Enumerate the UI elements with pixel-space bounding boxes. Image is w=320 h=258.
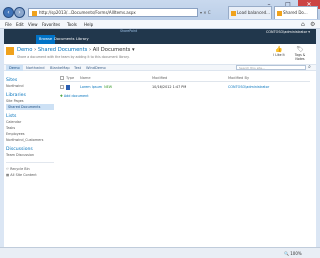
status-bar: 🔍 100% <box>0 247 320 258</box>
gear-icon[interactable]: ⚙ <box>310 21 318 28</box>
browser-tab-shared-documents[interactable]: Shared Do... <box>274 6 318 19</box>
recycle-bin-label: Recycle Bin <box>10 167 30 171</box>
site-favicon-icon <box>32 10 37 16</box>
home-icon[interactable]: ⌂ <box>301 21 309 28</box>
breadcrumb-view[interactable]: All Documents ▾ <box>93 47 135 53</box>
left-navigation: Sites Northwind Libraries Site Pages Sha… <box>6 74 54 178</box>
topnav-test[interactable]: Test <box>74 65 81 71</box>
add-document-link[interactable]: ✚Add document <box>60 94 89 98</box>
select-all-checkbox[interactable] <box>60 76 64 80</box>
breadcrumb-library[interactable]: Shared Documents <box>38 47 88 53</box>
library-description: Share a document with the team by adding… <box>17 55 130 59</box>
ribbon-tab-library[interactable]: Library <box>76 35 89 44</box>
row-checkbox[interactable] <box>60 85 64 89</box>
ribbon-tab-documents[interactable]: Documents <box>54 35 75 44</box>
lnav-divider <box>6 162 54 163</box>
tab-label: Load balanced... <box>237 10 270 15</box>
menu-help[interactable]: Help <box>84 20 93 29</box>
suite-label: SharePoint <box>120 29 138 33</box>
menu-tools[interactable]: Tools <box>67 20 77 29</box>
i-like-it-button[interactable]: 👍 I Like It <box>270 46 288 57</box>
search-input[interactable]: Search this site... <box>236 65 306 70</box>
forward-arrow-icon: › <box>18 9 21 16</box>
word-document-icon <box>66 85 70 90</box>
topnav-blankemap[interactable]: BlankeMap <box>50 65 70 71</box>
thumbs-up-icon: 👍 <box>275 46 283 53</box>
menu-edit[interactable]: Edit <box>16 20 24 29</box>
ribbon-tab-browse[interactable]: Browse <box>36 35 56 44</box>
back-button[interactable]: ‹ <box>3 7 14 18</box>
all-site-content-label: All Site Content <box>10 173 37 177</box>
breadcrumb-separator: › <box>34 47 37 53</box>
document-name-link[interactable]: Lorem Ipsum NEW <box>80 84 112 90</box>
add-icon: ✚ <box>60 94 63 98</box>
browser-tab-load-balanced[interactable]: Load balanced... <box>228 6 272 19</box>
zoom-level[interactable]: 🔍 100% <box>284 250 302 257</box>
back-arrow-icon: ‹ <box>7 9 10 16</box>
tab-favicon-icon <box>231 11 236 16</box>
column-name[interactable]: Name <box>80 75 91 82</box>
tags-notes-button[interactable]: 🏷 Tags & Notes <box>290 46 310 61</box>
search-icon[interactable]: ⌕ <box>306 64 313 71</box>
address-bar-buttons[interactable]: ▾ ✕ C <box>200 8 224 17</box>
list-header: Type Name Modified Modified By <box>60 75 310 82</box>
menu-view[interactable]: View <box>28 20 38 29</box>
breadcrumb: Demo › Shared Documents › All Documents … <box>17 47 135 53</box>
topnav-winddemo[interactable]: WindDemo <box>86 65 106 71</box>
tag-icon: 🏷 <box>296 46 304 53</box>
menu-favorites[interactable]: Favorites <box>42 20 60 29</box>
add-document-label: Add document <box>63 94 89 98</box>
column-modified[interactable]: Modified <box>152 75 167 82</box>
menu-bar: File Edit View Favorites Tools Help ⌂ ⚙ <box>0 20 320 29</box>
menu-file[interactable]: File <box>5 20 12 29</box>
lnav-item-team-discussion[interactable]: Team Discussion <box>6 152 54 158</box>
site-logo-icon[interactable] <box>6 47 14 55</box>
topnav-northwind[interactable]: Northwind <box>26 65 45 71</box>
column-type[interactable]: Type <box>66 75 74 82</box>
breadcrumb-site[interactable]: Demo <box>17 47 32 53</box>
tab-label: Shared Do... <box>283 10 308 15</box>
new-badge: NEW <box>104 85 113 89</box>
modified-date: 10/16/2012 1:47 PM <box>152 85 187 89</box>
breadcrumb-separator: › <box>88 47 92 53</box>
table-row[interactable]: Lorem Ipsum NEW 10/16/2012 1:47 PM CONTOS… <box>60 84 310 90</box>
column-modified-by[interactable]: Modified By <box>228 75 249 82</box>
ribbon-tabs: Browse Documents Library <box>4 35 316 44</box>
like-label: I Like It <box>273 53 285 57</box>
lnav-item-northwind-customers[interactable]: Northwind_Customers <box>6 137 54 143</box>
lnav-all-site-content[interactable]: ▦ All Site Content <box>6 172 54 178</box>
tags-label: Tags & Notes <box>294 53 306 61</box>
topnav-demo[interactable]: Demo <box>6 65 23 71</box>
address-text: http://sp2013/...Documents/Forms/AllItem… <box>39 10 136 15</box>
tab-favicon-icon <box>277 11 282 16</box>
address-bar[interactable]: http://sp2013/...Documents/Forms/AllItem… <box>28 8 198 17</box>
lnav-item-shared-documents[interactable]: Shared Documents <box>6 104 54 110</box>
lnav-item-northwind[interactable]: Northwind <box>6 83 54 89</box>
browser-window: – □ ✕ ‹ › http://sp2013/...Documents/For… <box>0 0 320 258</box>
modified-by-link[interactable]: CONTOSO\administrator <box>228 84 269 90</box>
forward-button[interactable]: › <box>14 7 25 18</box>
